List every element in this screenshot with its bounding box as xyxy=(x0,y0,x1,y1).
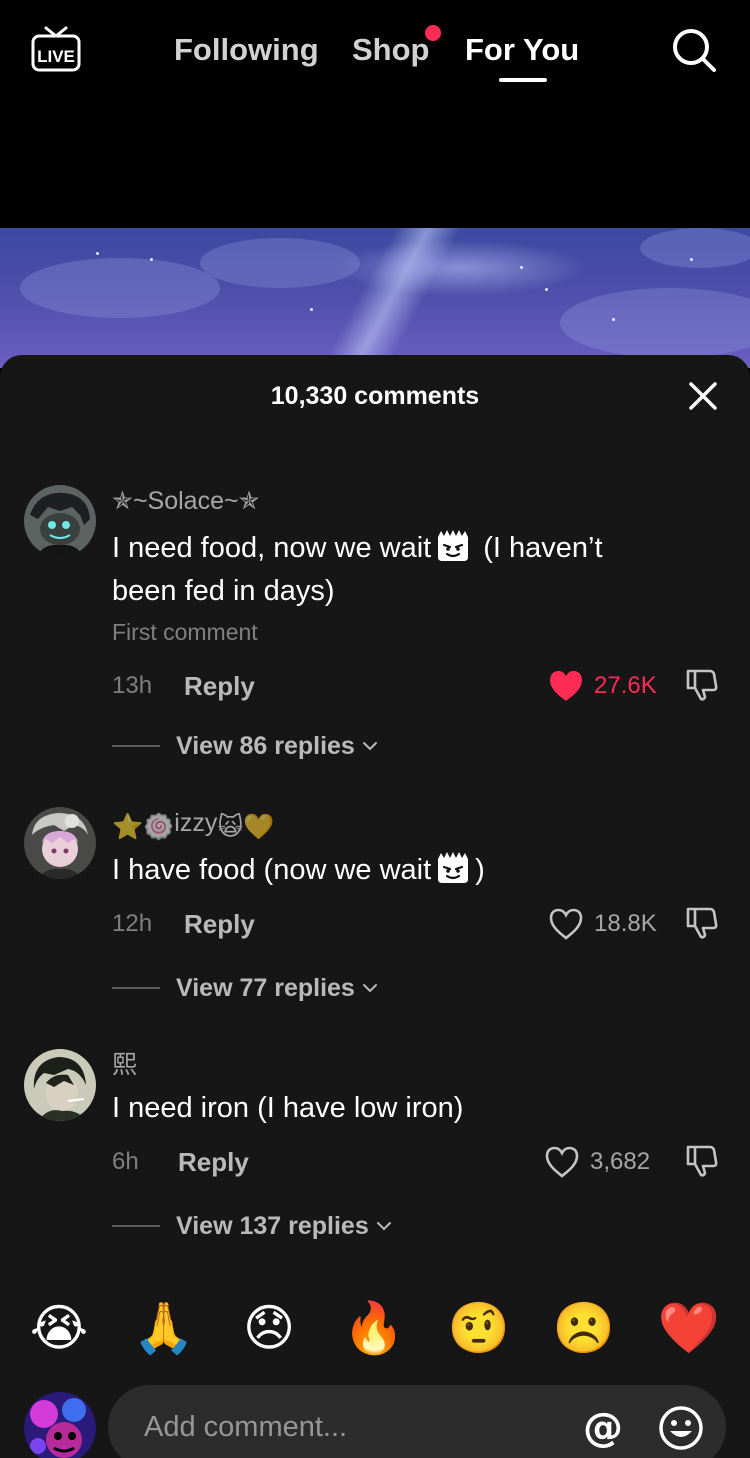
star-icon: ⭐ xyxy=(112,813,144,841)
dislike-icon[interactable] xyxy=(684,905,720,941)
view-replies-button[interactable]: View 86 replies xyxy=(112,731,379,761)
svg-text:@: @ xyxy=(583,1405,623,1451)
view-replies-button[interactable]: View 137 replies xyxy=(112,1211,393,1241)
divider-line xyxy=(112,1225,160,1227)
heart-outline-icon xyxy=(545,1146,579,1178)
emoji-pray-button[interactable]: 🙏 xyxy=(132,1296,196,1360)
video-preview[interactable] xyxy=(0,228,750,368)
like-count: 27.6K xyxy=(594,672,657,699)
comment-input[interactable]: Add comment... @ xyxy=(108,1385,726,1458)
top-nav-bar: LIVE Following Shop For You xyxy=(0,0,750,228)
first-comment-label: First comment xyxy=(112,619,258,645)
avatar[interactable] xyxy=(24,807,96,879)
reply-button[interactable]: Reply xyxy=(178,1147,249,1177)
reply-button[interactable]: Reply xyxy=(184,909,255,939)
heart-filled-icon xyxy=(550,671,582,701)
comment-text-part: ) xyxy=(475,854,485,886)
avatar[interactable] xyxy=(24,485,96,557)
tab-for-you[interactable]: For You xyxy=(465,30,579,70)
view-replies-button[interactable]: View 77 replies xyxy=(112,973,379,1003)
comment-text-part: I have food (now we wait xyxy=(112,854,432,886)
cat-heart-icon: 🙀💛 xyxy=(217,813,275,841)
emoji-quick-bar: 😭 🙏 😞 🔥 🤨 ☹️ ❤️ xyxy=(0,1296,750,1362)
comments-sheet: 10,330 comments ✯~Solace~✯ I need food, … xyxy=(0,355,750,1458)
comment-username[interactable]: ✯~Solace~✯ xyxy=(112,485,260,517)
like-count: 3,682 xyxy=(590,1148,651,1175)
like-button[interactable]: 18.8K xyxy=(548,906,657,942)
emoji-heart-button[interactable]: ❤️ xyxy=(657,1296,721,1360)
emoji-picker-icon[interactable] xyxy=(658,1405,704,1451)
like-button[interactable]: 27.6K xyxy=(548,668,657,704)
shop-notification-badge xyxy=(425,25,441,41)
comment-timestamp: 6h xyxy=(112,1148,139,1175)
comment-text: I have food (now we wait) xyxy=(112,849,672,892)
emoji-crying-button[interactable]: 😭 xyxy=(27,1296,91,1360)
dislike-icon[interactable] xyxy=(684,1143,720,1179)
like-button[interactable]: 3,682 xyxy=(544,1144,650,1180)
emoji-frowning-button[interactable]: ☹️ xyxy=(552,1296,616,1360)
chevron-down-icon xyxy=(362,984,377,993)
divider-line xyxy=(112,987,160,989)
emoji-raised-eyebrow-button[interactable]: 🤨 xyxy=(447,1296,511,1360)
comments-count-title: 10,330 comments xyxy=(270,382,480,410)
comment-text-part: I need food, now we wait xyxy=(112,532,432,564)
smirk-face-sticker-icon xyxy=(438,852,469,883)
comment-timestamp: 12h xyxy=(112,910,153,937)
fish-cake-icon: 🍥 xyxy=(143,813,175,841)
avatar[interactable] xyxy=(24,1049,96,1121)
tab-shop[interactable]: Shop xyxy=(352,30,430,70)
comment-username[interactable]: ⭐🍥izzy🙀💛 xyxy=(112,807,275,843)
tab-following[interactable]: Following xyxy=(174,30,319,70)
reply-button[interactable]: Reply xyxy=(184,671,255,701)
search-icon[interactable] xyxy=(670,26,718,74)
comment-timestamp: 13h xyxy=(112,672,153,699)
comment-username[interactable]: 熙 xyxy=(112,1049,137,1081)
like-count: 18.8K xyxy=(594,910,657,937)
heart-outline-icon xyxy=(549,908,583,940)
username-text: izzy xyxy=(174,809,218,837)
chevron-down-icon xyxy=(362,742,377,751)
active-tab-indicator xyxy=(499,78,547,82)
comment-input-placeholder: Add comment... xyxy=(144,1411,348,1443)
emoji-disappointed-button[interactable]: 😞 xyxy=(237,1296,301,1360)
view-replies-label: View 86 replies xyxy=(176,731,355,760)
comment-text: I need food, now we wait (I haven’t been… xyxy=(112,527,672,613)
smirk-face-sticker-icon xyxy=(438,530,469,561)
view-replies-label: View 77 replies xyxy=(176,973,355,1002)
mention-at-icon[interactable]: @ xyxy=(580,1405,626,1451)
view-replies-label: View 137 replies xyxy=(176,1211,369,1240)
dislike-icon[interactable] xyxy=(684,667,720,703)
current-user-avatar[interactable] xyxy=(24,1392,96,1458)
emoji-fire-button[interactable]: 🔥 xyxy=(342,1296,406,1360)
chevron-down-icon xyxy=(376,1222,391,1231)
close-icon[interactable] xyxy=(686,379,720,413)
divider-line xyxy=(112,745,160,747)
comment-text: I need iron (I have low iron) xyxy=(112,1092,464,1124)
live-icon[interactable]: LIVE xyxy=(30,24,82,74)
svg-text:LIVE: LIVE xyxy=(37,47,75,66)
